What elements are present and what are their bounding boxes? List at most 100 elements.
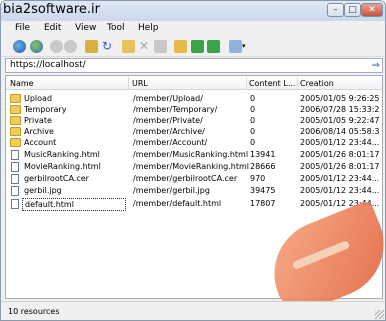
dropdown-icon[interactable]: ▾	[242, 40, 249, 53]
download-icon[interactable]	[207, 40, 220, 53]
toolbar: ↻ ✕ ▾	[1, 37, 385, 57]
column-header-length[interactable]: Content L...	[249, 79, 299, 88]
item-date: 2005/01/05 9:26:25	[300, 94, 380, 103]
back-icon[interactable]	[50, 40, 63, 53]
globe-connect-icon[interactable]	[30, 40, 43, 53]
home-icon[interactable]	[85, 40, 98, 53]
item-date: 2005/01/12 23:44...	[300, 174, 380, 183]
column-header-url[interactable]: URL	[132, 79, 242, 88]
go-arrow-icon[interactable]: ⇒	[372, 60, 380, 71]
menu-tool[interactable]: Tool	[107, 23, 124, 33]
item-length: 0	[250, 94, 256, 103]
app-window: bia2software.ir – □ ✕ File Edit View Too…	[0, 0, 386, 321]
item-name: gerbilrootCA.cer	[24, 174, 89, 183]
status-bar: 10 resources	[1, 301, 385, 320]
item-url: /member/Archive/	[133, 127, 205, 136]
column-separator[interactable]	[246, 77, 247, 89]
item-url: /member/Temporary/	[133, 105, 218, 114]
item-name: Account	[24, 138, 57, 147]
column-separator[interactable]	[128, 77, 129, 89]
close-button[interactable]: ✕	[361, 3, 383, 17]
upload-icon[interactable]	[191, 40, 204, 53]
maximize-button[interactable]: □	[344, 3, 361, 17]
item-name: MovieRanking.html	[24, 162, 101, 171]
watermark-text: bia2software.ir	[3, 2, 101, 17]
folder-icon	[10, 127, 21, 136]
column-header-name[interactable]: Name	[10, 79, 120, 88]
item-name: Upload	[24, 94, 53, 103]
item-name: MusicRanking.html	[24, 150, 100, 159]
folder-icon	[10, 138, 21, 147]
menu-edit[interactable]: Edit	[44, 23, 61, 33]
item-name-rename-field[interactable]: default.html	[22, 198, 126, 211]
item-length: 0	[250, 116, 256, 125]
item-name: gerbil.jpg	[24, 186, 62, 195]
item-url: /member/MusicRanking.html	[133, 150, 249, 159]
item-name: Archive	[24, 127, 54, 136]
list-item[interactable]: Upload /member/Upload/ 0 2005/01/05 9:26…	[6, 93, 382, 104]
address-input[interactable]: https://localhost/	[10, 60, 86, 70]
item-date: 2005/01/26 8:01:17	[300, 150, 380, 159]
item-length: 0	[250, 138, 256, 147]
folder-icon[interactable]	[122, 40, 135, 53]
forward-icon[interactable]	[64, 40, 77, 53]
item-length: 13941	[250, 150, 276, 159]
item-name: Private	[24, 116, 52, 125]
properties-icon[interactable]	[154, 40, 167, 53]
minimize-button[interactable]: –	[327, 3, 344, 17]
list-item[interactable]: Archive /member/Archive/ 0 2006/08/14 05…	[6, 126, 382, 137]
menu-view[interactable]: View	[75, 23, 96, 33]
item-url: /member/default.html	[133, 199, 222, 208]
file-icon	[11, 199, 19, 209]
item-date: 2005/01/05 9:22:47	[300, 116, 380, 125]
item-length: 28666	[250, 162, 276, 171]
file-icon	[11, 162, 19, 172]
list-item[interactable]: Private /member/Private/ 0 2005/01/05 9:…	[6, 115, 382, 126]
file-icon	[11, 174, 19, 184]
list-header: Name URL Content L... Creation	[6, 76, 382, 90]
item-date: 2005/01/12 23:44...	[300, 186, 380, 195]
list-item[interactable]: MovieRanking.html /member/MovieRanking.h…	[6, 161, 382, 172]
status-text: 10 resources	[8, 307, 60, 316]
folder-icon	[10, 116, 21, 125]
title-bar: bia2software.ir – □ ✕	[1, 1, 385, 21]
list-item[interactable]: gerbil.jpg /member/gerbil.jpg 39475 2005…	[6, 185, 382, 196]
column-separator[interactable]	[297, 77, 298, 89]
item-date: 2006/08/14 05:58:30	[300, 127, 380, 136]
address-bar[interactable]: https://localhost/ ⇒	[5, 58, 383, 73]
list-item[interactable]: gerbilrootCA.cer /member/gerbilrootCA.ce…	[6, 173, 382, 184]
item-url: /member/MovieRanking.html	[133, 162, 249, 171]
item-url: /member/gerbil.jpg	[133, 186, 210, 195]
view-icon[interactable]	[229, 40, 242, 53]
item-length: 970	[250, 174, 266, 183]
globe-icon[interactable]	[13, 40, 26, 53]
menu-bar: File Edit View Tool Help	[1, 21, 385, 37]
item-length: 0	[250, 105, 256, 114]
new-folder-icon[interactable]	[174, 40, 187, 53]
item-length: 0	[250, 127, 256, 136]
item-length: 17807	[250, 199, 276, 208]
list-item[interactable]: MusicRanking.html /member/MusicRanking.h…	[6, 149, 382, 160]
item-name: Temporary	[24, 105, 67, 114]
item-date: 2005/01/26 8:01:17	[300, 162, 380, 171]
folder-icon	[10, 105, 21, 114]
list-item[interactable]: Temporary /member/Temporary/ 0 2006/07/2…	[6, 104, 382, 115]
item-url: /member/Account/	[133, 138, 208, 147]
file-icon	[11, 150, 19, 160]
list-item-selected[interactable]: default.html /member/default.html 17807 …	[6, 198, 382, 211]
item-date: 2005/01/12 23:44...	[300, 138, 380, 147]
file-icon	[11, 186, 19, 196]
delete-icon[interactable]: ✕	[139, 40, 152, 53]
refresh-icon[interactable]: ↻	[102, 40, 115, 53]
resize-grip-icon[interactable]	[375, 310, 384, 319]
item-url: /member/gerbilrootCA.cer	[133, 174, 238, 183]
menu-help[interactable]: Help	[138, 23, 159, 33]
folder-icon	[10, 94, 21, 103]
column-header-creation[interactable]: Creation	[300, 79, 380, 88]
item-length: 39475	[250, 186, 276, 195]
list-item[interactable]: Account /member/Account/ 0 2005/01/12 23…	[6, 137, 382, 148]
menu-file[interactable]: File	[15, 23, 30, 33]
item-url: /member/Private/	[133, 116, 203, 125]
item-date: 2006/07/28 15:33:2	[300, 105, 380, 114]
item-url: /member/Upload/	[133, 94, 203, 103]
